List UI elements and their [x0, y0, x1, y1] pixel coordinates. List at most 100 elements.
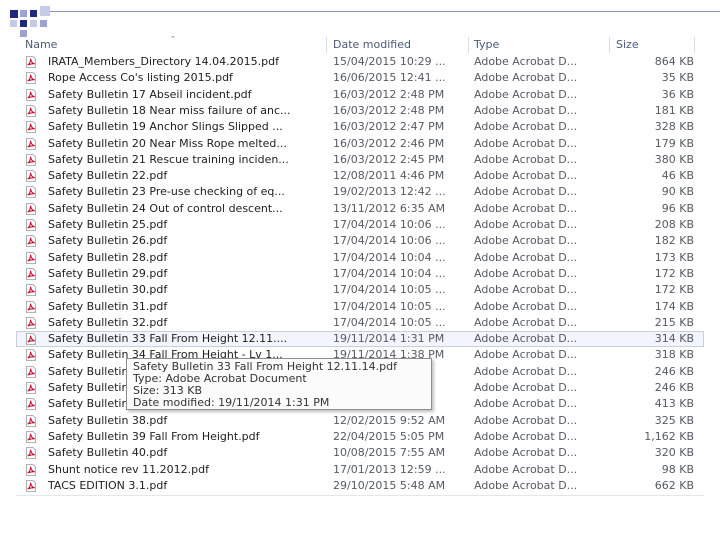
file-size: 174 KB: [654, 299, 694, 313]
file-name: Safety Bulletin 26.pdf: [48, 234, 168, 248]
file-size: 46 KB: [661, 169, 694, 183]
pdf-icon: [26, 333, 36, 345]
column-header-date[interactable]: Date modified: [333, 38, 411, 52]
file-size: 1,162 KB: [644, 429, 694, 443]
divider: [16, 495, 704, 496]
pdf-icon: [26, 382, 36, 394]
file-date-modified: 10/08/2015 7:55 AM: [333, 446, 446, 460]
file-row[interactable]: Safety Bulletin 30.pdf 17/04/2014 10:05 .…: [16, 282, 704, 298]
pdf-icon: [26, 251, 36, 264]
file-size: 864 KB: [654, 55, 694, 68]
column-header-type[interactable]: Type: [474, 38, 499, 52]
tooltip-date-modified: Date modified: 19/11/2014 1:31 PM: [133, 396, 330, 409]
file-row[interactable]: Safety Bulletin 28.pdf 17/04/2014 10:04 .…: [16, 250, 704, 266]
file-date-modified: 12/02/2015 9:52 AM: [333, 413, 446, 427]
file-row[interactable]: Safety Bulletin 22.pdf 12/08/2011 4:46 PM…: [16, 168, 704, 184]
file-size: 325 KB: [654, 413, 694, 427]
file-date-modified: 12/08/2011 4:46 PM: [333, 169, 445, 183]
pdf-icon: [26, 365, 36, 378]
file-name: Safety Bulletin 17 Abseil incident.pdf: [48, 87, 252, 101]
column-resize-handle[interactable]: [326, 37, 327, 53]
file-row[interactable]: Safety Bulletin 24 Out of control descen…: [16, 201, 704, 217]
file-size: 246 KB: [654, 364, 694, 378]
file-size: 314 KB: [654, 332, 694, 346]
file-row[interactable]: Safety Bulletin 21 Rescue training incid…: [16, 152, 704, 168]
pdf-icon: [26, 170, 36, 182]
file-type: Adobe Acrobat D...: [474, 103, 578, 117]
file-name: Safety Bulletin 31.pdf: [48, 299, 168, 313]
file-row[interactable]: Safety Bulletin 31.pdf 17/04/2014 10:05 .…: [16, 299, 704, 315]
column-header-size[interactable]: Size: [616, 38, 639, 52]
file-list-view: ⌃ Name Date modified Type Size IRATA_Mem…: [16, 36, 704, 496]
file-name: Rope Access Co's listing 2015.pdf: [48, 71, 233, 85]
file-row[interactable]: Safety Bulletin 38.pdf 12/02/2015 9:52 AM…: [16, 413, 704, 429]
file-name: Safety Bulletin 19 Anchor Slings Slipped…: [48, 120, 283, 134]
file-size: 215 KB: [654, 315, 694, 329]
file-size: 179 KB: [654, 136, 694, 150]
decoration-square: [40, 20, 47, 27]
file-row[interactable]: Safety Bulletin 26.pdf 17/04/2014 10:06 .…: [16, 233, 704, 249]
pdf-icon: [26, 267, 36, 280]
column-resize-handle[interactable]: [468, 37, 469, 53]
pdf-icon: [26, 430, 36, 443]
file-type: Adobe Acrobat D...: [474, 413, 578, 427]
file-row[interactable]: Safety Bulletin 40.pdf 10/08/2015 7:55 AM…: [16, 445, 704, 461]
column-header-bar: ⌃ Name Date modified Type Size: [16, 36, 704, 54]
file-row[interactable]: Safety Bulletin 29.pdf 17/04/2014 10:04 .…: [16, 266, 704, 282]
file-date-modified: 16/03/2012 2:46 PM: [333, 136, 445, 150]
file-type: Adobe Acrobat D...: [474, 381, 578, 394]
file-name: Safety Bulletin 18 Near miss failure of …: [48, 103, 291, 117]
file-size: 246 KB: [654, 381, 694, 394]
file-row[interactable]: Safety Bulletin 20 Near Miss Rope melted…: [16, 136, 704, 152]
file-size: 318 KB: [654, 348, 694, 362]
file-row[interactable]: Safety Bulletin 25.pdf 17/04/2014 10:06 .…: [16, 217, 704, 233]
file-date-modified: 17/04/2014 10:04 ...: [333, 250, 446, 264]
file-row[interactable]: Safety Bulletin 18 Near miss failure of …: [16, 103, 704, 119]
file-size: 98 KB: [661, 462, 694, 476]
file-type: Adobe Acrobat D...: [474, 234, 578, 248]
file-type: Adobe Acrobat D...: [474, 266, 578, 280]
file-name: Safety Bulletin 38.pdf: [48, 413, 168, 427]
file-type: Adobe Acrobat D...: [474, 136, 578, 150]
file-name: Safety Bulletin 39 Fall From Height.pdf: [48, 429, 260, 443]
pdf-icon: [26, 235, 36, 248]
file-type: Adobe Acrobat D...: [474, 55, 578, 68]
decoration-square: [30, 20, 37, 27]
file-name: Safety Bulletin 25.pdf: [48, 218, 168, 231]
file-row[interactable]: Safety Bulletin 39 Fall From Height.pdf 2…: [16, 429, 704, 445]
file-row[interactable]: TACS EDITION 3.1.pdf 29/10/2015 5:48 AM Ad…: [16, 478, 704, 494]
file-size: 380 KB: [654, 152, 694, 166]
file-row[interactable]: Safety Bulletin 32.pdf 17/04/2014 10:05 .…: [16, 315, 704, 331]
file-size: 208 KB: [654, 218, 694, 231]
decoration-square: [10, 10, 18, 18]
file-row[interactable]: IRATA_Members_Directory 14.04.2015.pdf 15…: [16, 54, 704, 70]
file-row[interactable]: Safety Bulletin 23 Pre-use checking of e…: [16, 184, 704, 200]
file-type: Adobe Acrobat D...: [474, 120, 578, 134]
file-row[interactable]: Rope Access Co's listing 2015.pdf 16/06/2…: [16, 70, 704, 86]
file-type: Adobe Acrobat D...: [474, 152, 578, 166]
pdf-icon: [26, 88, 36, 101]
file-row[interactable]: Shunt notice rev 11.2012.pdf 17/01/2013 1…: [16, 462, 704, 478]
file-type: Adobe Acrobat D...: [474, 201, 578, 215]
file-date-modified: 19/11/2014 1:31 PM: [333, 332, 445, 346]
file-row[interactable]: Safety Bulletin 19 Anchor Slings Slipped…: [16, 119, 704, 135]
pdf-icon: [26, 186, 36, 199]
column-resize-handle[interactable]: [609, 37, 610, 53]
file-name: Safety Bulletin 30.pdf: [48, 283, 168, 297]
file-date-modified: 29/10/2015 5:48 AM: [333, 478, 446, 492]
file-row[interactable]: Safety Bulletin 33 Fall From Height 12.1…: [16, 331, 704, 348]
file-size: 181 KB: [654, 103, 694, 117]
file-name: IRATA_Members_Directory 14.04.2015.pdf: [48, 55, 279, 68]
file-type: Adobe Acrobat D...: [474, 299, 578, 313]
file-name: Safety Bulletin 23 Pre-use checking of e…: [48, 185, 285, 199]
file-date-modified: 17/04/2014 10:05 ...: [333, 315, 446, 329]
column-resize-handle[interactable]: [694, 37, 695, 53]
decoration-square: [10, 20, 17, 27]
pdf-icon: [26, 121, 36, 134]
decoration-square: [20, 10, 27, 17]
file-row[interactable]: Safety Bulletin 17 Abseil incident.pdf 16…: [16, 87, 704, 103]
file-type: Adobe Acrobat D...: [474, 315, 578, 329]
file-date-modified: 17/04/2014 10:06 ...: [333, 234, 446, 248]
pdf-icon: [26, 447, 36, 460]
column-header-name[interactable]: Name: [25, 38, 57, 52]
